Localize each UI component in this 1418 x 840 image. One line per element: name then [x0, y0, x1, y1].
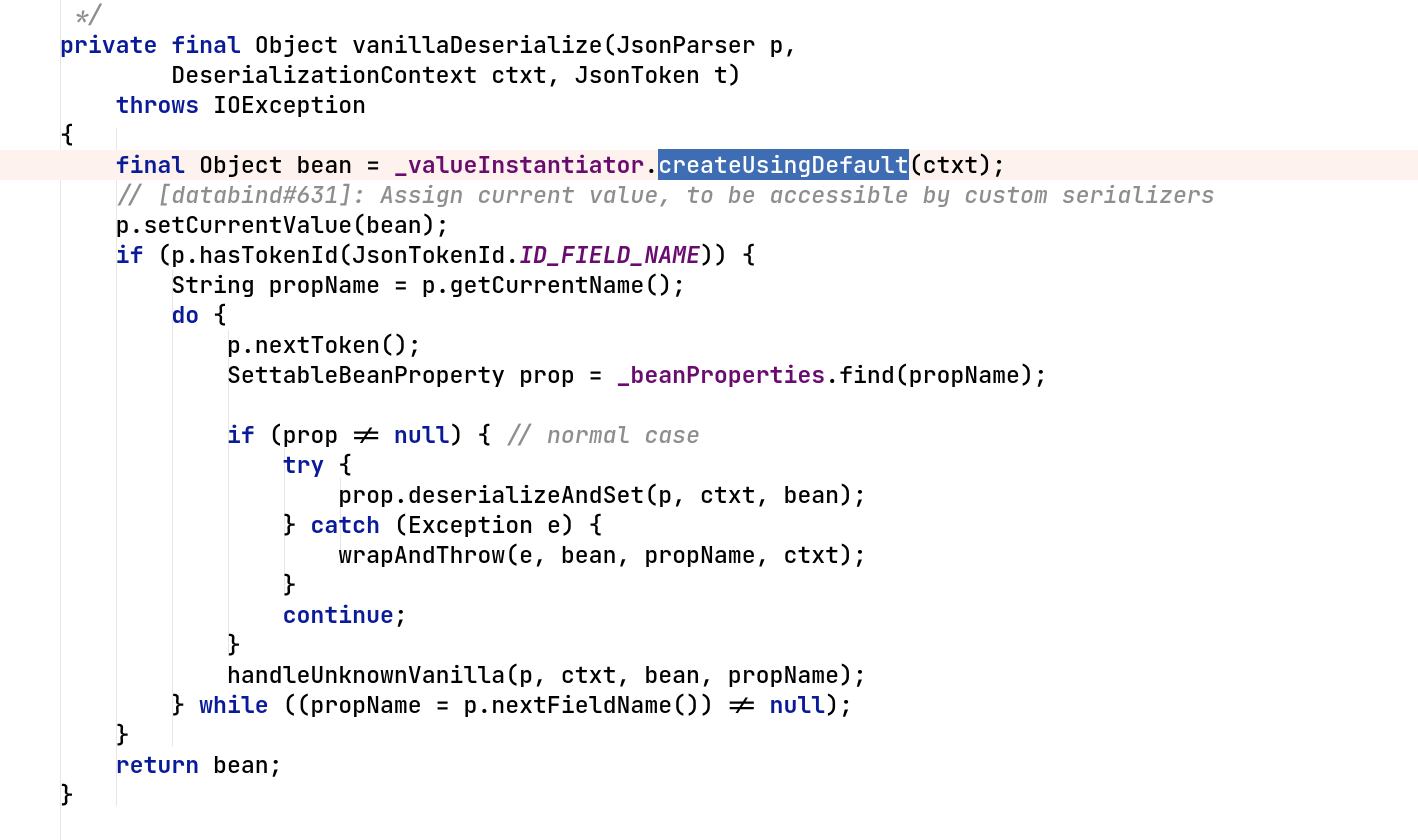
code-line[interactable]: prop.deserializeAndSet(p, ctxt, bean); — [0, 480, 1418, 510]
indent — [60, 299, 171, 330]
code-text: DeserializationContext ctxt, JsonToken t… — [60, 59, 742, 90]
code-line[interactable]: do { — [0, 300, 1418, 330]
code-line[interactable]: p.setCurrentValue(bean); — [0, 210, 1418, 240]
keyword-catch: catch — [310, 509, 380, 540]
code-text: } — [60, 629, 241, 660]
keyword-do: do — [171, 299, 199, 330]
code-line[interactable]: private final Object vanillaDeserialize(… — [0, 30, 1418, 60]
code-text: prop.deserializeAndSet(p, ctxt, bean); — [60, 479, 867, 510]
indent — [60, 749, 116, 780]
code-line[interactable]: wrapAndThrow(e, bean, propName, ctxt); — [0, 540, 1418, 570]
code-text: ); — [825, 689, 853, 720]
code-line[interactable]: if (prop != null) { // normal case — [0, 420, 1418, 450]
code-text: SettableBeanProperty prop = — [60, 359, 617, 390]
code-line[interactable]: continue; — [0, 600, 1418, 630]
keyword-final: final — [116, 149, 186, 180]
code-text: } — [60, 719, 130, 750]
code-text: String propName = p.getCurrentName(); — [60, 269, 686, 300]
code-line[interactable]: // [databind#631]: Assign current value,… — [0, 180, 1418, 210]
keyword-final: final — [171, 29, 241, 60]
code-text: { — [324, 449, 352, 480]
keyword-if: if — [227, 419, 255, 450]
code-text: p.setCurrentValue(bean); — [60, 209, 450, 240]
code-text: } — [60, 689, 199, 720]
indent — [60, 449, 283, 480]
code-text: } — [60, 509, 310, 540]
code-text: ; — [394, 599, 408, 630]
code-text: Object vanillaDeserialize(JsonParser p, — [241, 29, 798, 60]
field-bean-properties: _beanProperties — [617, 359, 826, 390]
code-line[interactable]: try { — [0, 450, 1418, 480]
comment: // normal case — [505, 419, 700, 450]
code-text: wrapAndThrow(e, bean, propName, ctxt); — [60, 539, 867, 570]
indent — [60, 239, 116, 270]
code-line[interactable]: } while ((propName = p.nextFieldName()) … — [0, 690, 1418, 720]
code-text: } — [60, 779, 74, 810]
code-line[interactable]: } — [0, 570, 1418, 600]
code-text: (Exception e) { — [380, 509, 603, 540]
code-line[interactable]: */ — [0, 0, 1418, 30]
code-line[interactable]: } catch (Exception e) { — [0, 510, 1418, 540]
code-line[interactable]: return bean; — [0, 750, 1418, 780]
code-line[interactable]: DeserializationContext ctxt, JsonToken t… — [0, 60, 1418, 90]
keyword-while: while — [199, 689, 269, 720]
code-line[interactable]: } — [0, 720, 1418, 750]
code-line[interactable]: handleUnknownVanilla(p, ctxt, bean, prop… — [0, 660, 1418, 690]
code-text: (prop != — [255, 419, 394, 450]
field-value-instantiator: _valueInstantiator — [394, 149, 644, 180]
code-text: IOException — [199, 89, 366, 120]
indent — [60, 599, 283, 630]
code-text: (p.hasTokenId(JsonTokenId. — [143, 239, 519, 270]
indent — [60, 419, 227, 450]
code-text: handleUnknownVanilla(p, ctxt, bean, prop… — [60, 659, 867, 690]
code-lines: */ private final Object vanillaDeseriali… — [0, 0, 1418, 840]
constant-id-field-name: ID_FIELD_NAME — [519, 239, 700, 270]
keyword-null: null — [394, 419, 450, 450]
dot: . — [644, 149, 658, 180]
code-text: .find(propName); — [825, 359, 1048, 390]
keyword-try: try — [283, 449, 325, 480]
code-line[interactable]: { — [0, 120, 1418, 150]
code-text: p.nextToken(); — [60, 329, 422, 360]
keyword-null: null — [770, 689, 826, 720]
code-text: { — [60, 119, 74, 150]
code-text: )) { — [700, 239, 756, 270]
comment: // [databind#631]: Assign current value,… — [60, 179, 1215, 210]
code-text: bean; — [199, 749, 282, 780]
code-text: { — [199, 299, 227, 330]
keyword-throws: throws — [116, 89, 199, 120]
keyword-if: if — [116, 239, 144, 270]
code-line[interactable]: if (p.hasTokenId(JsonTokenId.ID_FIELD_NA… — [0, 240, 1418, 270]
code-line[interactable]: } — [0, 780, 1418, 810]
indent — [60, 149, 116, 180]
code-line[interactable]: } — [0, 630, 1418, 660]
code-line[interactable]: SettableBeanProperty prop = _beanPropert… — [0, 360, 1418, 390]
code-line[interactable]: throws IOException — [0, 90, 1418, 120]
code-text: (ctxt); — [909, 149, 1006, 180]
selection-create-using-default[interactable]: createUsingDefault — [658, 149, 908, 180]
code-text: ((propName = p.nextFieldName()) != — [269, 689, 770, 720]
code-text: Object bean = — [185, 149, 394, 180]
code-line[interactable] — [0, 390, 1418, 420]
code-line-highlighted[interactable]: final Object bean = _valueInstantiator.c… — [0, 150, 1418, 180]
code-text: ) { — [450, 419, 506, 450]
keyword-private: private — [60, 29, 157, 60]
keyword-continue: continue — [283, 599, 394, 630]
code-line[interactable]: String propName = p.getCurrentName(); — [0, 270, 1418, 300]
code-editor[interactable]: */ private final Object vanillaDeseriali… — [0, 0, 1418, 840]
indent — [60, 89, 116, 120]
keyword-return: return — [116, 749, 199, 780]
code-text: } — [60, 569, 297, 600]
code-line[interactable]: p.nextToken(); — [0, 330, 1418, 360]
comment: */ — [60, 0, 102, 30]
